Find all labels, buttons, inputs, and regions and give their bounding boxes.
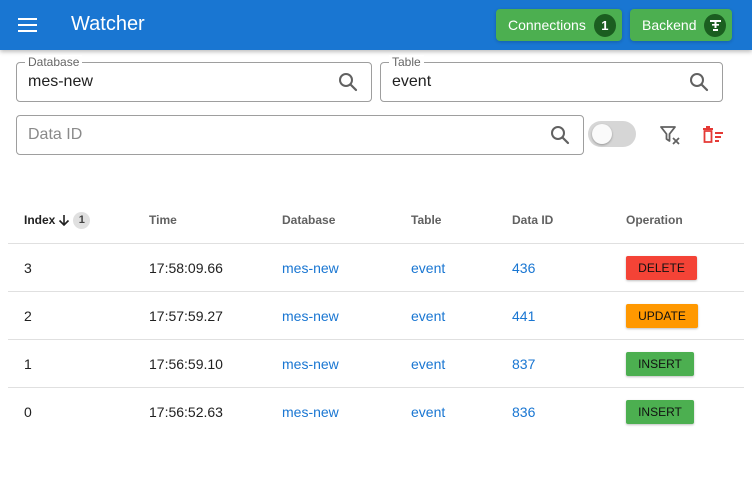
backend-label: Backend [642,17,697,33]
data-id-input[interactable]: Data ID [16,115,584,155]
search-icon[interactable] [337,71,359,93]
search-icon[interactable] [688,71,710,93]
cell-data-id-link[interactable]: 436 [512,244,535,292]
table-row[interactable]: 3 17:58:09.66 mes-new event 436 DELETE [8,244,744,292]
column-header-time[interactable]: Time [149,196,177,244]
table-row[interactable]: 1 17:56:59.10 mes-new event 837 INSERT [8,340,744,388]
operation-badge-delete: DELETE [626,256,697,280]
database-field-value[interactable]: mes-new [28,72,93,92]
backend-button[interactable]: Backend [630,9,732,41]
cell-index: 0 [24,404,32,420]
cell-time: 17:56:52.63 [149,404,223,420]
operation-badge-insert: INSERT [626,352,694,376]
cell-operation: DELETE [626,244,697,292]
filter-remove-icon[interactable] [656,121,684,149]
app-title: Watcher [71,13,145,35]
cell-data-id-link[interactable]: 836 [512,388,535,436]
database-field-label: Database [25,55,83,69]
cell-database-link[interactable]: mes-new [282,340,339,388]
column-header-operation[interactable]: Operation [626,196,683,244]
filter-toggle[interactable] [588,120,636,148]
cell-database-link[interactable]: mes-new [282,244,339,292]
cell-data-id-link[interactable]: 837 [512,340,535,388]
column-header-table[interactable]: Table [411,196,441,244]
toggle-thumb [592,124,612,144]
operation-badge-insert: INSERT [626,400,694,424]
connections-button[interactable]: Connections 1 [496,9,622,41]
cell-database-link[interactable]: mes-new [282,292,339,340]
table-header-row: Index 1 Time Database Table Data ID Oper… [8,196,744,244]
sort-order-badge: 1 [73,211,91,229]
cell-operation: INSERT [626,340,694,388]
search-icon[interactable] [549,124,571,146]
column-header-database[interactable]: Database [282,196,335,244]
data-id-placeholder: Data ID [28,126,83,143]
cell-database-link[interactable]: mes-new [282,388,339,436]
arrow-down-icon [57,213,71,227]
cell-index: 2 [24,308,32,324]
server-icon [704,13,726,37]
cell-time: 17:56:59.10 [149,356,223,372]
database-field[interactable]: Database mes-new [16,55,372,102]
column-header-index[interactable]: Index 1 [24,196,91,244]
cell-time: 17:58:09.66 [149,260,223,276]
table-field[interactable]: Table event [380,55,723,102]
cell-index: 3 [24,260,32,276]
cell-operation: INSERT [626,388,694,436]
events-table: Index 1 Time Database Table Data ID Oper… [8,196,744,436]
table-field-value[interactable]: event [392,72,431,92]
index-header-label: Index [24,213,56,227]
cell-index: 1 [24,356,32,372]
column-header-data-id[interactable]: Data ID [512,196,553,244]
connections-count-badge: 1 [593,13,616,37]
app-bar: Watcher Connections 1 Backend [0,0,752,50]
connections-label: Connections [508,17,586,33]
table-row[interactable]: 2 17:57:59.27 mes-new event 441 UPDATE [8,292,744,340]
cell-time: 17:57:59.27 [149,308,223,324]
cell-table-link[interactable]: event [411,292,445,340]
operation-badge-update: UPDATE [626,304,698,328]
delete-sweep-icon[interactable] [699,121,727,149]
cell-data-id-link[interactable]: 441 [512,292,535,340]
table-row[interactable]: 0 17:56:52.63 mes-new event 836 INSERT [8,388,744,436]
menu-icon[interactable] [14,11,42,39]
table-field-label: Table [389,55,424,69]
cell-table-link[interactable]: event [411,388,445,436]
cell-table-link[interactable]: event [411,340,445,388]
cell-table-link[interactable]: event [411,244,445,292]
cell-operation: UPDATE [626,292,698,340]
